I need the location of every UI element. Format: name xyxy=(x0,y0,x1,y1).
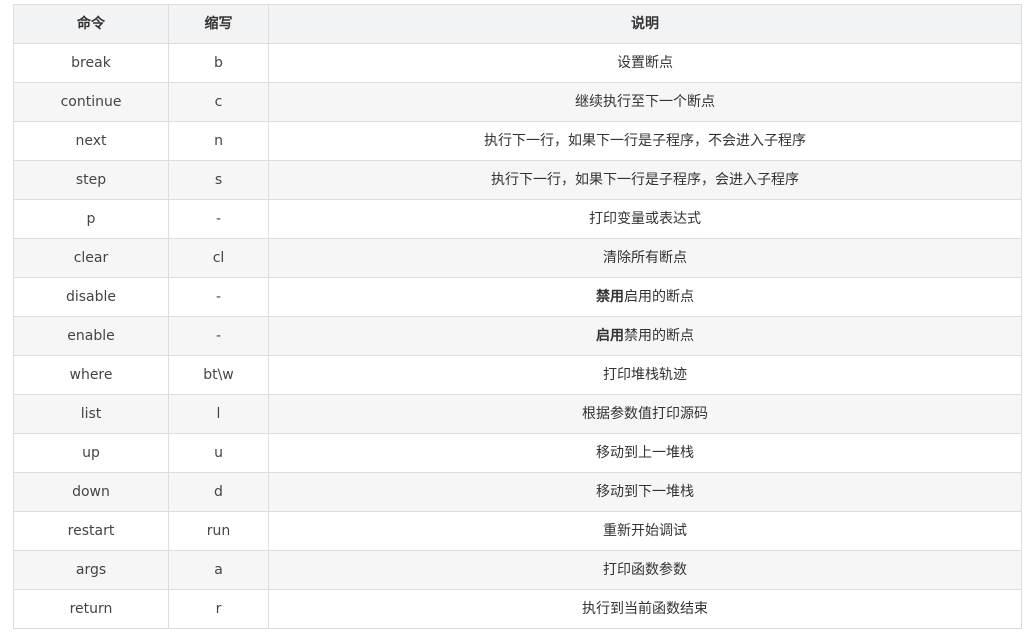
cell-description: 继续执行至下一个断点 xyxy=(268,82,1022,122)
cell-description: 执行到当前函数结束 xyxy=(268,589,1022,629)
description-text: 清除所有断点 xyxy=(603,250,687,266)
cell-abbreviation: bt\w xyxy=(168,355,269,395)
description-text: 打印变量或表达式 xyxy=(589,211,701,227)
cell-abbreviation: u xyxy=(168,433,269,473)
cell-description: 打印变量或表达式 xyxy=(268,199,1022,239)
cell-abbreviation: - xyxy=(168,199,269,239)
cell-abbreviation: l xyxy=(168,394,269,434)
description-text: 执行到当前函数结束 xyxy=(582,601,708,617)
header-description: 说明 xyxy=(268,4,1022,44)
table-row: disable - 禁用启用的断点 xyxy=(13,277,1022,317)
cell-description: 执行下一行，如果下一行是子程序，会进入子程序 xyxy=(268,160,1022,200)
description-text: 根据参数值打印源码 xyxy=(582,406,708,422)
cell-description: 打印函数参数 xyxy=(268,550,1022,590)
cell-description: 设置断点 xyxy=(268,43,1022,83)
cell-abbreviation: s xyxy=(168,160,269,200)
description-text: 继续执行至下一个断点 xyxy=(575,94,715,110)
cell-description: 启用禁用的断点 xyxy=(268,316,1022,356)
cell-abbreviation: cl xyxy=(168,238,269,278)
description-text: 移动到上一堆栈 xyxy=(596,445,694,461)
description-text: 禁用的断点 xyxy=(624,328,694,344)
cell-abbreviation: c xyxy=(168,82,269,122)
cell-description: 根据参数值打印源码 xyxy=(268,394,1022,434)
cell-abbreviation: d xyxy=(168,472,269,512)
table-row: where bt\w 打印堆栈轨迹 xyxy=(13,355,1022,395)
cell-abbreviation: n xyxy=(168,121,269,161)
table-row: next n 执行下一行，如果下一行是子程序，不会进入子程序 xyxy=(13,121,1022,161)
table-row: args a 打印函数参数 xyxy=(13,550,1022,590)
cell-command: list xyxy=(13,394,169,434)
cell-command: continue xyxy=(13,82,169,122)
cell-command: clear xyxy=(13,238,169,278)
table-row: list l 根据参数值打印源码 xyxy=(13,394,1022,434)
table-row: restart run 重新开始调试 xyxy=(13,511,1022,551)
cell-abbreviation: run xyxy=(168,511,269,551)
cell-description: 移动到上一堆栈 xyxy=(268,433,1022,473)
table-body: break b 设置断点 continue c 继续执行至下一个断点 next n 执行下一行，… xyxy=(13,43,1022,629)
description-text: 移动到下一堆栈 xyxy=(596,484,694,500)
description-text: 执行下一行，如果下一行是子程序，不会进入子程序 xyxy=(484,133,806,149)
cell-command: step xyxy=(13,160,169,200)
description-text: 启用的断点 xyxy=(624,289,694,305)
cell-abbreviation: - xyxy=(168,316,269,356)
cell-description: 禁用启用的断点 xyxy=(268,277,1022,317)
cell-command: break xyxy=(13,43,169,83)
cell-description: 打印堆栈轨迹 xyxy=(268,355,1022,395)
table-row: return r 执行到当前函数结束 xyxy=(13,589,1022,629)
cell-command: next xyxy=(13,121,169,161)
table-row: step s 执行下一行，如果下一行是子程序，会进入子程序 xyxy=(13,160,1022,200)
table-row: continue c 继续执行至下一个断点 xyxy=(13,82,1022,122)
description-text: 重新开始调试 xyxy=(603,523,687,539)
cell-command: down xyxy=(13,472,169,512)
description-text: 执行下一行，如果下一行是子程序，会进入子程序 xyxy=(491,172,799,188)
cell-abbreviation: b xyxy=(168,43,269,83)
cell-command: enable xyxy=(13,316,169,356)
cell-abbreviation: a xyxy=(168,550,269,590)
cell-abbreviation: r xyxy=(168,589,269,629)
description-text: 打印堆栈轨迹 xyxy=(603,367,687,383)
header-command: 命令 xyxy=(13,4,169,44)
cell-command: disable xyxy=(13,277,169,317)
cell-command: args xyxy=(13,550,169,590)
description-emphasis: 启用 xyxy=(596,328,624,344)
cell-abbreviation: - xyxy=(168,277,269,317)
cell-command: p xyxy=(13,199,169,239)
description-text: 打印函数参数 xyxy=(603,562,687,578)
cell-command: restart xyxy=(13,511,169,551)
cell-description: 移动到下一堆栈 xyxy=(268,472,1022,512)
header-abbreviation: 缩写 xyxy=(168,4,269,44)
description-emphasis: 禁用 xyxy=(596,289,624,305)
command-table: 命令 缩写 说明 break b 设置断点 continue c 继续执行至下一个断点 ne… xyxy=(13,4,1022,629)
table-row: break b 设置断点 xyxy=(13,43,1022,83)
cell-command: up xyxy=(13,433,169,473)
cell-command: where xyxy=(13,355,169,395)
table-row: enable - 启用禁用的断点 xyxy=(13,316,1022,356)
table-header-row: 命令 缩写 说明 xyxy=(13,4,1022,44)
command-table-container: 命令 缩写 说明 break b 设置断点 continue c 继续执行至下一个断点 ne… xyxy=(13,4,1022,629)
cell-description: 清除所有断点 xyxy=(268,238,1022,278)
cell-description: 执行下一行，如果下一行是子程序，不会进入子程序 xyxy=(268,121,1022,161)
table-row: up u 移动到上一堆栈 xyxy=(13,433,1022,473)
description-text: 设置断点 xyxy=(617,55,673,71)
table-row: p - 打印变量或表达式 xyxy=(13,199,1022,239)
table-row: clear cl 清除所有断点 xyxy=(13,238,1022,278)
cell-description: 重新开始调试 xyxy=(268,511,1022,551)
cell-command: return xyxy=(13,589,169,629)
table-row: down d 移动到下一堆栈 xyxy=(13,472,1022,512)
